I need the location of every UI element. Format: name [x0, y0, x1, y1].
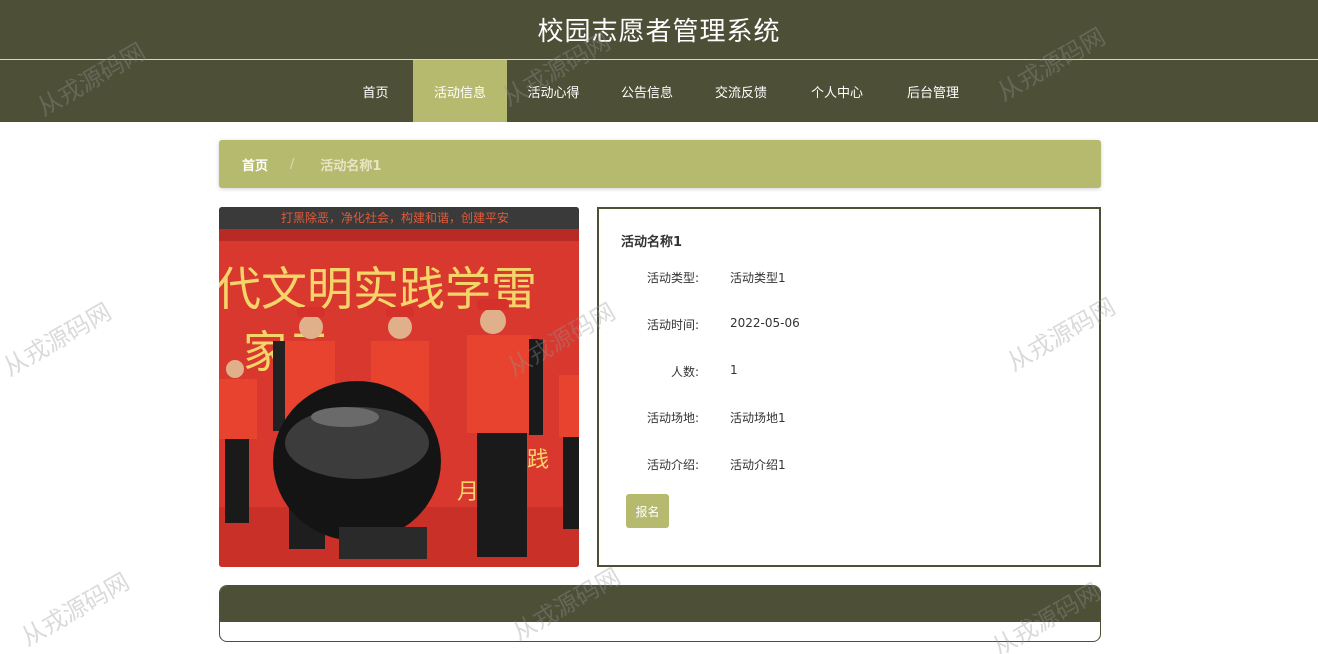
activity-detail-card: 活动名称1 活动类型: 活动类型1 活动时间: 2022-05-06 人数: 1…: [597, 207, 1101, 567]
field-row-intro: 活动介绍: 活动介绍1: [599, 456, 1079, 476]
banner-slogan: 打黑除恶，净化社会，构建和谐，创建平安: [281, 210, 509, 225]
nav-item-home[interactable]: 首页: [338, 60, 413, 122]
nav-item-admin[interactable]: 后台管理: [886, 60, 980, 122]
site-title: 校园志愿者管理系统: [537, 17, 781, 47]
breadcrumb-home-link[interactable]: 首页: [242, 155, 268, 174]
field-value-count: 1: [730, 363, 738, 377]
field-value-venue: 活动场地1: [730, 411, 786, 425]
bottom-panel: [219, 585, 1101, 642]
field-label-intro: 活动介绍:: [646, 458, 699, 472]
nav-item-experiences[interactable]: 活动心得: [507, 60, 600, 122]
nav-item-feedback[interactable]: 交流反馈: [694, 60, 788, 122]
main-nav: 首页 活动信息 活动心得 公告信息 交流反馈 个人中心 后台管理: [0, 60, 1318, 122]
field-row-venue: 活动场地: 活动场地1: [599, 409, 1079, 429]
breadcrumb-separator: /: [290, 156, 295, 172]
signup-button[interactable]: 报名: [626, 494, 669, 528]
field-label-venue: 活动场地:: [646, 411, 699, 425]
site-header: 校园志愿者管理系统: [0, 0, 1318, 60]
banner-date-text: 月: [457, 480, 479, 505]
nav-item-profile[interactable]: 个人中心: [788, 60, 886, 122]
activity-photo: 打黑除恶，净化社会，构建和谐，创建平安 代文明实践学雷 家云 践 月: [219, 207, 579, 567]
field-label-time: 活动时间:: [646, 318, 699, 332]
breadcrumb: 首页 / 活动名称1: [219, 140, 1101, 188]
nav-item-activities[interactable]: 活动信息: [413, 60, 507, 122]
field-row-time: 活动时间: 2022-05-06: [599, 316, 1079, 336]
breadcrumb-current: 活动名称1: [320, 158, 382, 174]
field-row-type: 活动类型: 活动类型1: [599, 269, 1079, 289]
field-value-type: 活动类型1: [730, 271, 786, 285]
field-label-count: 人数:: [670, 365, 699, 379]
watermark: 从戎源码网: [0, 297, 117, 382]
field-value-time: 2022-05-06: [730, 316, 800, 330]
bottom-panel-header: [220, 586, 1100, 622]
watermark: 从戎源码网: [16, 567, 135, 652]
banner-small-text: 践: [527, 448, 549, 473]
field-row-count: 人数: 1: [599, 363, 1079, 383]
nav-item-announcements[interactable]: 公告信息: [600, 60, 694, 122]
field-label-type: 活动类型:: [646, 271, 699, 285]
activity-title: 活动名称1: [621, 235, 683, 250]
field-value-intro: 活动介绍1: [730, 458, 786, 472]
